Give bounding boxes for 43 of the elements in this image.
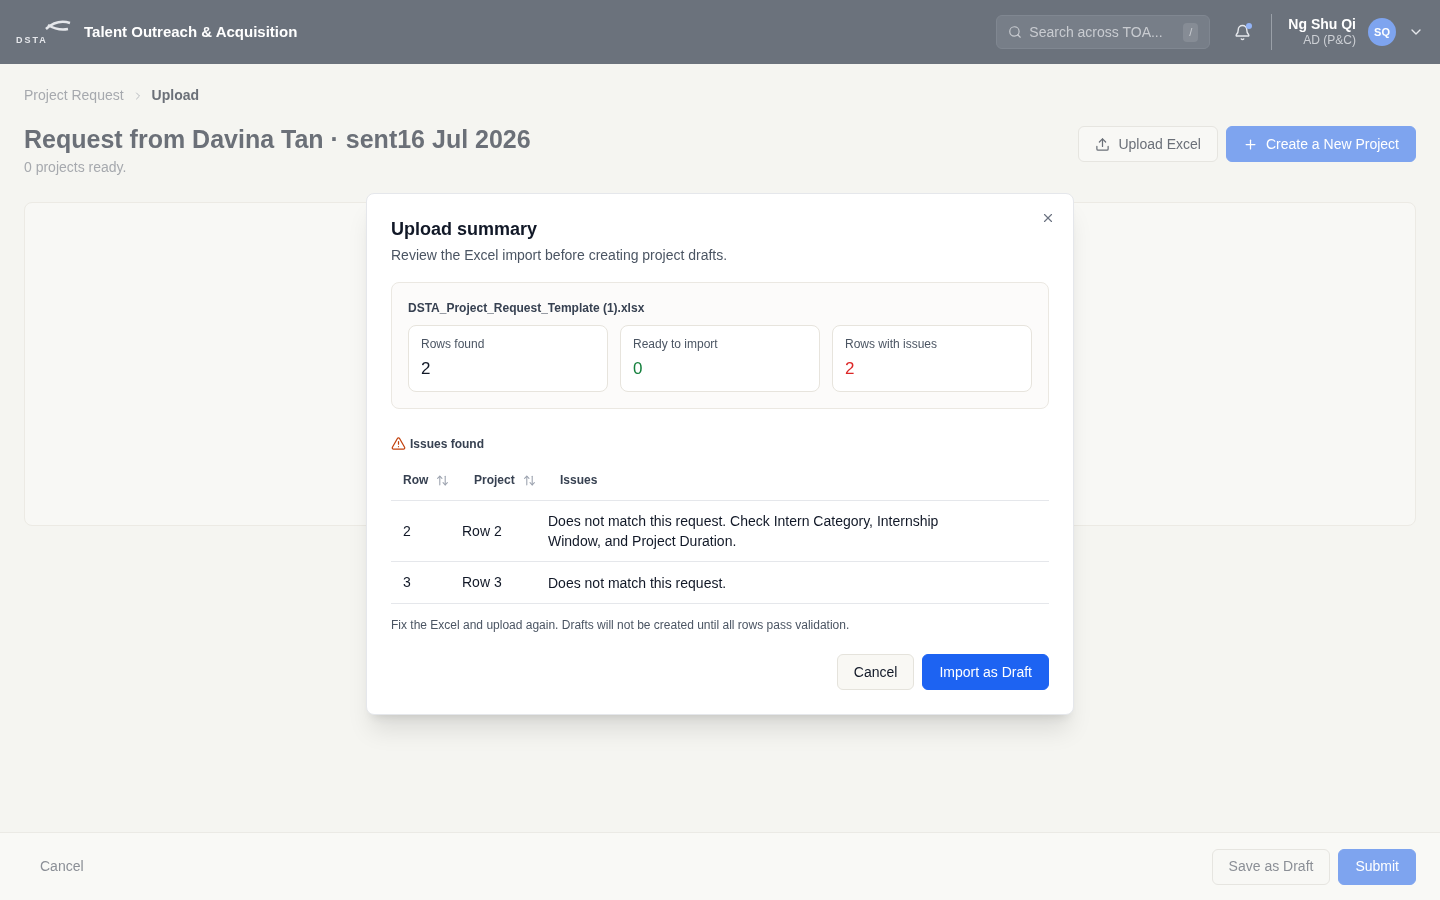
submit-button[interactable]: Submit — [1338, 848, 1416, 885]
dialog-title: Upload summary — [391, 218, 539, 241]
stat-value: 0 — [633, 359, 643, 378]
shortcut-key: / — [1183, 23, 1199, 42]
page-subtitle: 0 projects ready. — [24, 158, 128, 178]
close-button[interactable] — [1041, 211, 1055, 225]
upload-icon — [1095, 136, 1111, 152]
stat-label: Rows found — [421, 336, 486, 353]
import-draft-button[interactable]: Import as Draft — [922, 654, 1049, 690]
upload-excel-button[interactable]: Upload Excel — [1078, 126, 1218, 162]
save-draft-button[interactable]: Save as Draft — [1211, 848, 1331, 885]
column-header[interactable]: Project — [474, 471, 515, 490]
create-project-button[interactable]: Create a New Project — [1225, 126, 1416, 162]
user-avatar[interactable]: SQ — [1368, 18, 1396, 46]
dialog-description: Review the Excel import before creating project drafts. — [391, 246, 729, 265]
stat-value: 2 — [845, 359, 855, 378]
table-cell: Row 2 — [462, 522, 502, 539]
search-icon — [1008, 25, 1023, 39]
table-cell: Does not match this request. Check Intern Category, Internship Window, and Project Duration. — [548, 513, 939, 549]
page-title: Request from Davina Tan · sent16 Jul 2026 — [24, 124, 531, 155]
stat-label: Ready to import — [633, 336, 719, 353]
breadcrumb-item: Upload — [151, 86, 200, 105]
cancel-button[interactable]: Cancel — [836, 654, 915, 690]
file-name: DSTA_Project_Request_Template (1).xlsx — [408, 300, 646, 317]
table-cell: 3 — [403, 574, 411, 590]
stat-value: 2 — [421, 359, 431, 378]
issues-heading: Issues found — [410, 435, 484, 453]
column-header: Issues — [560, 472, 598, 490]
cancel-link[interactable]: Cancel — [40, 856, 84, 877]
plus-icon — [1242, 136, 1258, 152]
table-cell: Row 3 — [462, 574, 502, 590]
breadcrumb-item[interactable]: Project Request — [24, 85, 124, 106]
column-header[interactable]: Row — [403, 471, 429, 490]
validation-note: Fix the Excel and upload again. Drafts will not be created until all rows pass validation. — [391, 617, 851, 634]
stat-label: Rows with issues — [845, 336, 939, 353]
app-title: Talent Outreach & Acquisition — [84, 21, 298, 42]
sort-icon[interactable] — [522, 473, 536, 487]
sort-icon[interactable] — [436, 473, 450, 487]
user-name: Ng Shu Qi — [1288, 15, 1356, 34]
table-cell: 2 — [403, 522, 411, 539]
warning-icon — [391, 436, 406, 451]
user-role: AD (P&C) — [1303, 33, 1356, 49]
table-cell: Does not match this request. — [548, 574, 727, 591]
